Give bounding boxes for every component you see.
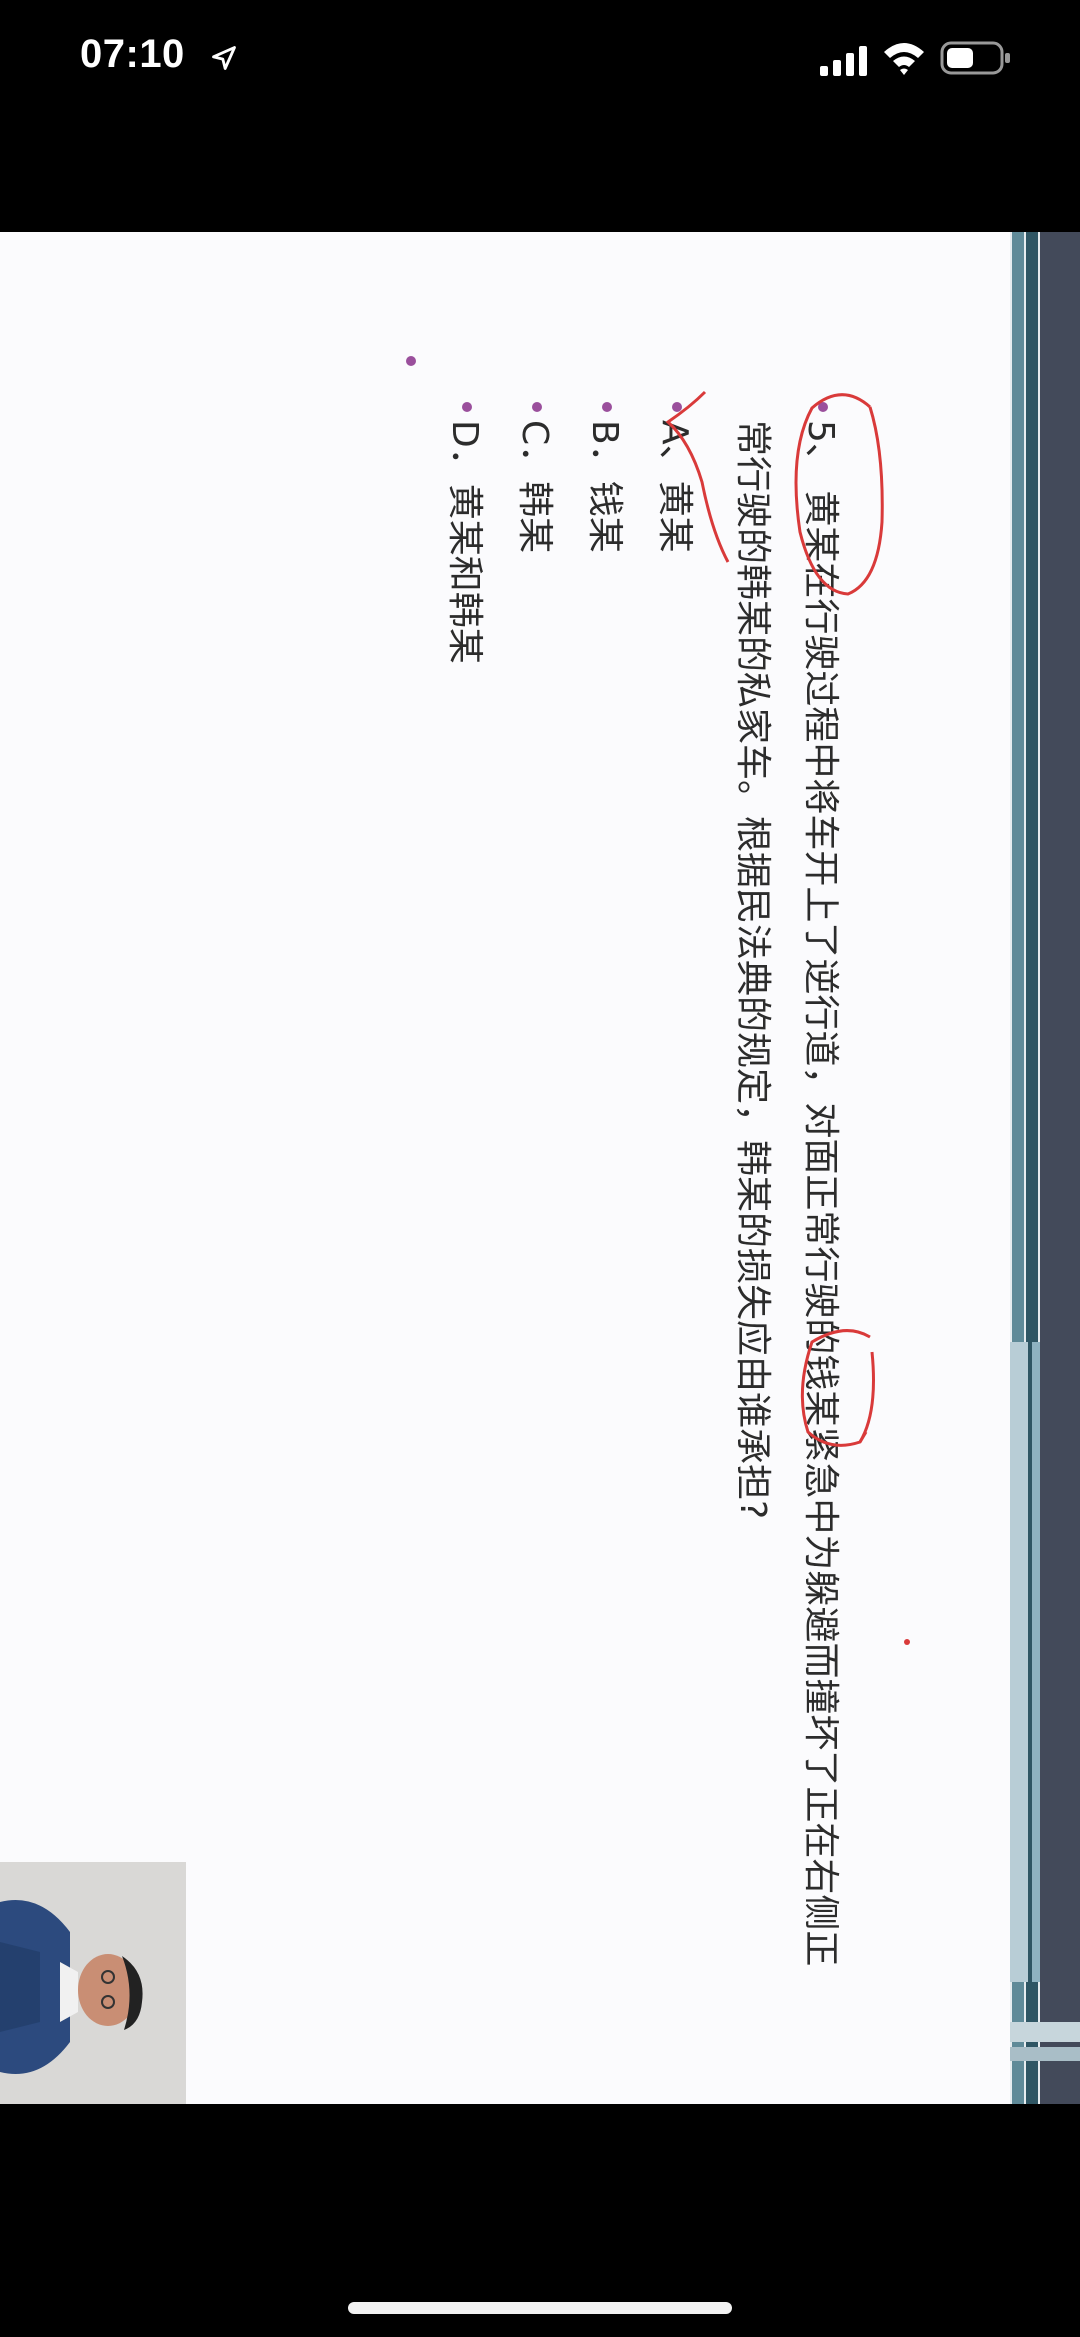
question-text-line-1: 5、 黄某在行驶过程中将车开上了逆行道，对面正常行驶的钱某紧急中为躲避而撞坏了正… — [800, 420, 841, 1967]
battery-icon — [940, 41, 1010, 75]
video-player[interactable]: 5、 黄某在行驶过程中将车开上了逆行道，对面正常行驶的钱某紧急中为躲避而撞坏了正… — [0, 232, 1080, 2104]
status-time: 07:10 — [80, 32, 185, 76]
presenter-image — [0, 1862, 186, 2104]
cellular-signal-icon — [820, 46, 867, 76]
home-indicator[interactable] — [348, 2302, 732, 2314]
option-a: A、黄某 — [654, 420, 695, 553]
bullet-dot — [532, 402, 542, 412]
bullet-dot — [672, 402, 682, 412]
presenter-video-thumbnail — [0, 1862, 186, 2104]
slide-decorative-band — [1010, 232, 1080, 2104]
option-c: C．韩某 — [514, 420, 555, 554]
status-bar: 07:10 — [0, 0, 1080, 120]
wifi-icon — [884, 43, 924, 75]
bullet-dot — [406, 356, 416, 366]
question-text-line-2: 常行驶的韩某的私家车。根据民法典的规定，韩某的损失应由谁承担? — [732, 420, 773, 1520]
location-arrow-icon — [212, 46, 236, 70]
phone-screen: 07:10 5、 黄某在行驶过程中将车开上了逆行道，对面正常行驶的钱某紧急中为躲… — [0, 0, 1080, 2337]
slide-content: 5、 黄某在行驶过程中将车开上了逆行道，对面正常行驶的钱某紧急中为躲避而撞坏了正… — [0, 232, 900, 2104]
option-b: B．钱某 — [584, 420, 625, 553]
bullet-dot — [818, 402, 828, 412]
option-d: D．黄某和韩某 — [444, 420, 485, 664]
bullet-dot — [602, 402, 612, 412]
bullet-dot — [462, 402, 472, 412]
